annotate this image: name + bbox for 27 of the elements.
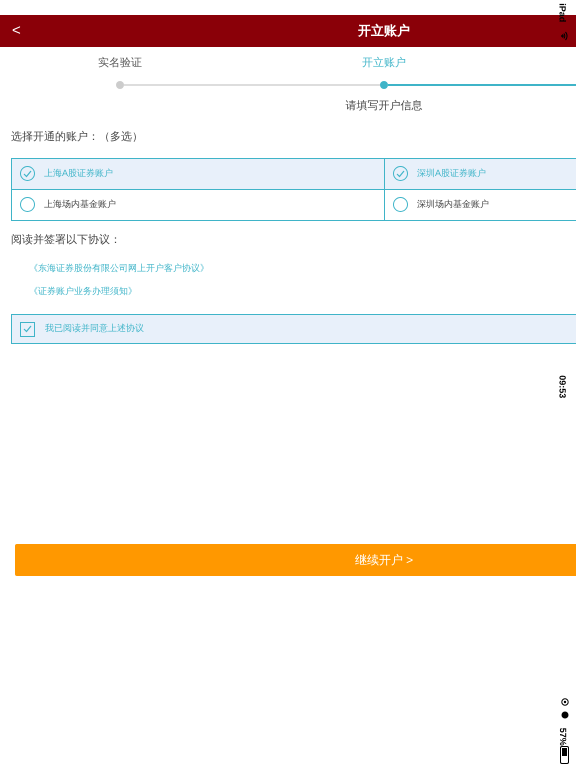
check-icon [396, 170, 405, 178]
radio-check[interactable] [20, 197, 35, 212]
device-name: iPad [556, 3, 568, 22]
account-option[interactable]: 深圳A股证券账户 [384, 158, 576, 188]
check-icon [23, 325, 32, 333]
continue-button[interactable]: 继续开户 > [15, 544, 576, 576]
wifi-icon [560, 32, 568, 40]
battery-percent: 57% [556, 728, 569, 746]
radio-check[interactable] [393, 197, 408, 212]
agreement-link[interactable]: 《东海证券股份有限公司网上开户客户协议》 [29, 262, 209, 276]
step-label: 实名验证 [98, 56, 142, 71]
back-button[interactable]: < [12, 20, 21, 42]
section-label: 阅读并签署以下协议： [11, 232, 122, 248]
consent-label: 我已阅读并同意上述协议 [45, 322, 144, 336]
radio-check[interactable] [393, 166, 408, 181]
clock-time: 09:53 [556, 375, 568, 398]
step-hint: 请填写开户信息 [346, 98, 422, 114]
agreement-link[interactable]: 《证券账户业务办理须知》 [29, 284, 137, 298]
battery-icon [560, 746, 569, 764]
consent-row[interactable]: 我已阅读并同意上述协议 [11, 314, 576, 344]
step-label: 开立账户 [362, 56, 406, 71]
radio-check[interactable] [20, 166, 35, 181]
page-title: 开立账户 [358, 22, 410, 40]
check-icon [23, 170, 32, 178]
account-option[interactable]: 上海A股证券账户 [12, 158, 384, 188]
checkbox[interactable] [20, 322, 35, 336]
section-label: 选择开通的账户：（多选） [11, 130, 144, 145]
